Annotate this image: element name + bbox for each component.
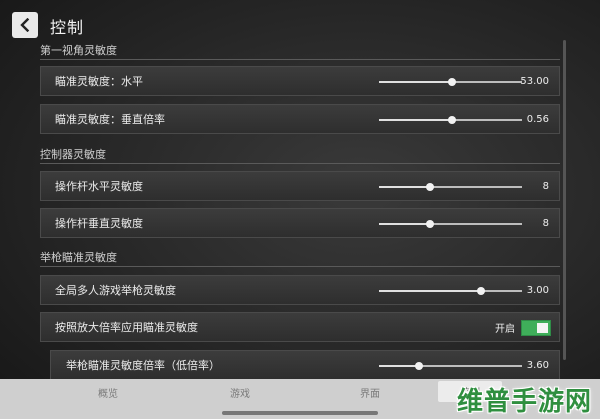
- slider-knob[interactable]: [447, 116, 456, 124]
- slider-fill: [379, 186, 431, 188]
- slider-fill: [379, 119, 452, 121]
- section-label-first-person: 第一视角灵敏度: [40, 44, 117, 57]
- slider-fill: [379, 81, 452, 83]
- setting-value: 53.00: [520, 75, 549, 87]
- watermark-logo: 维普手游网: [456, 387, 592, 417]
- setting-row-aim-vertical[interactable]: 瞄准灵敏度：垂直倍率 0.56: [40, 104, 560, 134]
- setting-value: 3.60: [526, 359, 549, 371]
- low-zoom-multiplier-slider[interactable]: [379, 362, 522, 370]
- section-label-ads: 举枪瞄准灵敏度: [40, 251, 117, 264]
- setting-row-zoom-scaling[interactable]: 按照放大倍率应用瞄准灵敏度 开启: [40, 312, 560, 342]
- slider-knob[interactable]: [415, 362, 424, 370]
- back-button[interactable]: [12, 12, 38, 38]
- setting-value: 3.00: [526, 284, 549, 296]
- toggle-knob: [537, 323, 548, 333]
- slider-knob[interactable]: [426, 183, 435, 191]
- slider-fill: [379, 365, 420, 367]
- setting-label: 举枪瞄准灵敏度倍率（低倍率）: [66, 359, 220, 372]
- setting-value: 8: [542, 180, 549, 192]
- section-divider: [40, 266, 560, 267]
- setting-value: 8: [542, 217, 549, 229]
- slider-fill: [379, 290, 481, 292]
- section-divider: [40, 59, 560, 60]
- section-label-controller: 控制器灵敏度: [40, 148, 106, 161]
- setting-label: 按照放大倍率应用瞄准灵敏度: [55, 321, 198, 334]
- setting-value: 0.56: [526, 113, 549, 125]
- slider-knob[interactable]: [447, 78, 456, 86]
- global-ads-slider[interactable]: [379, 287, 522, 295]
- setting-label: 操作杆垂直灵敏度: [55, 217, 143, 230]
- slider-knob[interactable]: [426, 220, 435, 228]
- home-indicator: [222, 411, 378, 415]
- setting-label: 瞄准灵敏度：垂直倍率: [55, 113, 165, 126]
- stick-horizontal-slider[interactable]: [379, 183, 522, 191]
- setting-row-global-ads[interactable]: 全局多人游戏举枪灵敏度 3.00: [40, 275, 560, 305]
- zoom-scaling-toggle[interactable]: [521, 320, 551, 336]
- header: 控制: [0, 0, 600, 40]
- slider-fill: [379, 223, 431, 225]
- aim-horizontal-slider[interactable]: [379, 78, 522, 86]
- tab-interface[interactable]: 界面: [360, 385, 380, 400]
- section-divider: [40, 163, 560, 164]
- setting-label: 全局多人游戏举枪灵敏度: [55, 284, 176, 297]
- chevron-left-icon: [20, 18, 30, 32]
- setting-row-low-zoom-multiplier[interactable]: 举枪瞄准灵敏度倍率（低倍率） 3.60: [50, 350, 560, 380]
- setting-row-stick-vertical[interactable]: 操作杆垂直灵敏度 8: [40, 208, 560, 238]
- tab-game[interactable]: 游戏: [230, 385, 250, 400]
- toggle-state-label: 开启: [495, 323, 515, 335]
- setting-row-stick-horizontal[interactable]: 操作杆水平灵敏度 8: [40, 171, 560, 201]
- slider-knob[interactable]: [476, 287, 485, 295]
- scrollbar[interactable]: [563, 40, 566, 360]
- stick-vertical-slider[interactable]: [379, 220, 522, 228]
- setting-label: 瞄准灵敏度：水平: [55, 75, 143, 88]
- setting-row-aim-horizontal[interactable]: 瞄准灵敏度：水平 53.00: [40, 66, 560, 96]
- aim-vertical-slider[interactable]: [379, 116, 522, 124]
- page-title: 控制: [50, 18, 85, 37]
- setting-label: 操作杆水平灵敏度: [55, 180, 143, 193]
- tab-overview[interactable]: 概览: [98, 385, 118, 400]
